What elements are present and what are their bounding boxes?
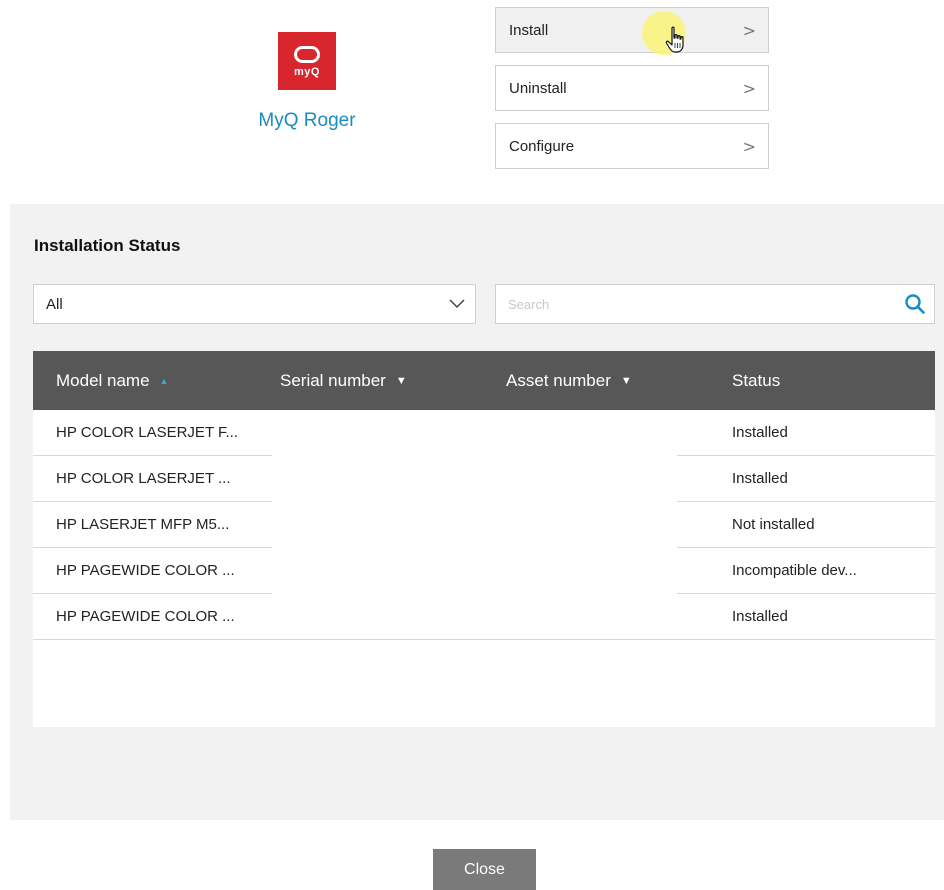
chevron-down-icon xyxy=(449,299,465,309)
table-header: Model name ▲ Serial number ▼ Asset numbe… xyxy=(33,351,935,410)
chevron-right-icon: > xyxy=(742,136,756,156)
install-label: Install xyxy=(509,21,549,39)
table-row[interactable]: HP PAGEWIDE COLOR ... Installed xyxy=(33,594,935,640)
model-name-cell: HP PAGEWIDE COLOR ... xyxy=(56,562,235,579)
table-row[interactable]: HP PAGEWIDE COLOR ... Incompatible dev..… xyxy=(33,548,935,594)
caret-down-icon: ▼ xyxy=(395,374,407,387)
search-field xyxy=(495,284,935,324)
cloud-icon xyxy=(294,46,320,63)
column-label: Model name xyxy=(56,370,150,390)
configure-button[interactable]: Configure > xyxy=(495,123,769,169)
search-input[interactable] xyxy=(496,285,904,323)
installation-status-table: Model name ▲ Serial number ▼ Asset numbe… xyxy=(33,351,935,727)
column-label: Serial number xyxy=(280,370,386,390)
logo-text: myQ xyxy=(294,66,320,78)
table-row[interactable]: HP LASERJET MFP M5... Not installed xyxy=(33,502,935,548)
status-cell: Installed xyxy=(732,470,788,487)
sort-ascending-icon: ▲ xyxy=(159,375,169,386)
app-logo: myQ xyxy=(278,32,336,90)
model-name-cell: HP LASERJET MFP M5... xyxy=(56,516,230,533)
model-name-cell: HP COLOR LASERJET ... xyxy=(56,470,231,487)
caret-down-icon: ▼ xyxy=(620,374,632,387)
column-header-status[interactable]: Status xyxy=(732,371,780,391)
status-cell: Incompatible dev... xyxy=(732,562,857,579)
status-cell: Installed xyxy=(732,424,788,441)
chevron-right-icon: > xyxy=(742,20,756,40)
panel-title: Installation Status xyxy=(34,236,181,255)
uninstall-button[interactable]: Uninstall > xyxy=(495,65,769,111)
column-header-serial-number[interactable]: Serial number ▼ xyxy=(280,371,407,391)
hand-pointer-icon xyxy=(665,26,684,53)
filter-value: All xyxy=(46,295,63,313)
search-icon[interactable] xyxy=(904,293,926,315)
column-label: Asset number xyxy=(506,370,611,390)
configure-label: Configure xyxy=(509,137,575,155)
app-name: MyQ Roger xyxy=(258,110,356,131)
column-header-model-name[interactable]: Model name ▲ xyxy=(56,371,168,391)
status-cell: Installed xyxy=(732,608,788,625)
install-button[interactable]: Install > xyxy=(495,7,769,53)
chevron-right-icon: > xyxy=(742,78,756,98)
close-button[interactable]: Close xyxy=(433,849,536,890)
column-header-asset-number[interactable]: Asset number ▼ xyxy=(506,371,632,391)
model-name-cell: HP COLOR LASERJET F... xyxy=(56,424,238,441)
uninstall-label: Uninstall xyxy=(509,79,567,97)
status-cell: Not installed xyxy=(732,516,815,533)
table-row[interactable]: HP COLOR LASERJET F... Installed xyxy=(33,410,935,456)
table-row[interactable]: HP COLOR LASERJET ... Installed xyxy=(33,456,935,502)
column-label: Status xyxy=(732,370,781,390)
status-filter-select[interactable]: All xyxy=(33,284,476,324)
model-name-cell: HP PAGEWIDE COLOR ... xyxy=(56,608,235,625)
